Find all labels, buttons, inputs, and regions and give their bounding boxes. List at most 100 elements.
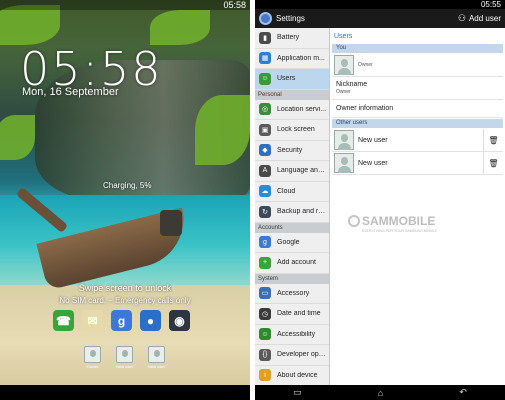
watermark: SAMMOBILE EVERYTHING FOR YOUR SAMSUNG MO… [348,214,458,244]
menu-item-label: Battery [277,34,300,42]
accessory-icon: ▭ [259,287,271,300]
action-bar: Settings ⚇ Add user [255,9,505,28]
phone-icon[interactable]: ☎ [53,310,74,331]
menu-item-label: About device [277,371,318,379]
google-icon: g [259,236,271,249]
security-icon: ◆ [259,144,271,157]
backup-icon: ↻ [259,205,271,218]
location-icon: ◎ [259,103,271,116]
recent-apps-icon[interactable]: ▭ [293,387,302,398]
menu-item-application-m[interactable]: ▦ Application m... [255,49,329,69]
menu-item-about-device[interactable]: i About device [255,366,329,386]
other-user-row[interactable]: New user 🗑 [332,129,503,152]
status-time: 05:55 [480,0,501,9]
user-name: New user [358,159,388,167]
delete-user-icon[interactable]: 🗑 [483,152,503,174]
leaves-decoration [150,10,210,45]
gear-icon[interactable] [259,12,272,25]
clock-icon: ◷ [259,307,271,320]
lock-icon: ▣ [259,123,271,136]
settings-status-bar: 05:55 [255,0,505,9]
menu-item-security[interactable]: ◆ Security [255,141,329,161]
add-user-label: Add user [468,14,501,23]
avatar [334,153,354,173]
lock-user-2[interactable]: New user [147,346,166,370]
avatar [116,346,133,363]
delete-user-icon[interactable]: 🗑 [483,129,503,151]
menu-item-label: Location servi... [277,105,327,113]
menu-item-lock-screen[interactable]: ▣ Lock screen [255,120,329,141]
menu-item-label: Date and time [277,310,321,318]
menu-item-accessory[interactable]: ▭ Accessory [255,284,329,304]
watermark-logo-icon [348,215,360,227]
menu-item-date-and-time[interactable]: ◷ Date and time [255,304,329,325]
menu-item-accessibility[interactable]: ☺ Accessibility [255,325,329,345]
apps-icon: ▦ [259,52,271,65]
menu-item-add-account[interactable]: + Add account [255,253,329,274]
watermark-brand: SAMMOBILE [362,214,436,228]
menu-item-battery[interactable]: ▮ Battery [255,28,329,49]
back-icon[interactable]: ↶ [459,387,467,398]
owner-row[interactable]: Owner [332,54,503,77]
menu-item-label: Language and... [277,167,327,175]
menu-item-label: Application m... [277,54,325,62]
category-personal: Personal [255,89,329,100]
nav-bar: ▭ ⌂ ↶ [255,385,505,400]
menu-item-developer-opti[interactable]: {} Developer opti... [255,345,329,366]
lock-user-name: New user [148,364,165,369]
owner-label: Owner [358,62,373,68]
swipe-hint[interactable]: Swipe screen to unlock [0,283,250,293]
menu-item-language-and[interactable]: A Language and... [255,161,329,182]
watermark-tagline: EVERYTHING FOR YOUR SAMSUNG MOBILE [362,229,437,233]
menu-item-location-servi[interactable]: ◎ Location servi... [255,100,329,120]
lock-user-0[interactable]: Owner [83,346,102,370]
section-other-users: Other users [332,119,503,128]
settings-menu: ▮ Battery ▦ Application m... ☺ Users Personal ◎… [255,28,330,385]
menu-item-label: Google [277,238,300,246]
lock-user-switcher: Owner New user New user [83,346,166,370]
other-user-row[interactable]: New user 🗑 [332,152,503,175]
email-icon[interactable]: ✉ [82,310,103,331]
section-you: You [332,44,503,53]
add-user-button[interactable]: ⚇ Add user [458,13,501,24]
avatar [334,55,354,75]
menu-item-label: Cloud [277,187,296,195]
accessibility-icon: ☺ [259,328,271,341]
leaves-decoration [0,115,35,160]
add-user-icon: ⚇ [457,13,466,23]
nickname-label: Nickname [336,81,368,88]
lock-user-1[interactable]: New user [115,346,134,370]
user-name: New user [358,136,388,144]
lock-date: Mon, 16 September [22,86,119,98]
home-icon[interactable]: ⌂ [378,388,383,398]
category-accounts: Accounts [255,222,329,233]
page-title: Settings [276,14,305,23]
users-icon: ☺ [259,72,271,85]
menu-item-label: Backup and re... [277,208,327,216]
menu-item-label: Users [277,75,296,83]
boat-engine [160,210,182,236]
lock-status-bar: 05:58 [0,0,250,10]
menu-item-label: Security [277,146,303,154]
menu-item-google[interactable]: g Google [255,233,329,253]
language-icon: A [259,164,271,177]
lock-nav-bar [0,385,250,400]
google-icon[interactable]: g [111,310,132,331]
settings-screen: 05:55 Settings ⚇ Add user ▮ Battery ▦ Appli… [255,0,505,400]
camera-icon[interactable]: ◉ [169,310,190,331]
menu-item-backup-and-re[interactable]: ↻ Backup and re... [255,202,329,223]
other-users-list: New user 🗑 New user 🗑 [332,129,503,175]
leaves-decoration [195,95,250,165]
users-panel: Users You Owner Nickname Owner Owner inf… [330,28,505,385]
category-system: System [255,273,329,284]
developer-icon: {} [259,348,271,361]
nickname-row[interactable]: Nickname Owner [332,77,503,100]
owner-information-row[interactable]: Owner information [332,100,503,118]
leaves-decoration [0,5,60,45]
menu-item-users[interactable]: ☺ Users [255,69,329,90]
avatar [334,130,354,150]
menu-item-cloud[interactable]: ☁ Cloud [255,182,329,202]
internet-icon[interactable]: ● [140,310,161,331]
lock-user-name: New user [116,364,133,369]
lock-screen: 05:58 05:58 Mon, 16 September Charging, … [0,0,250,400]
